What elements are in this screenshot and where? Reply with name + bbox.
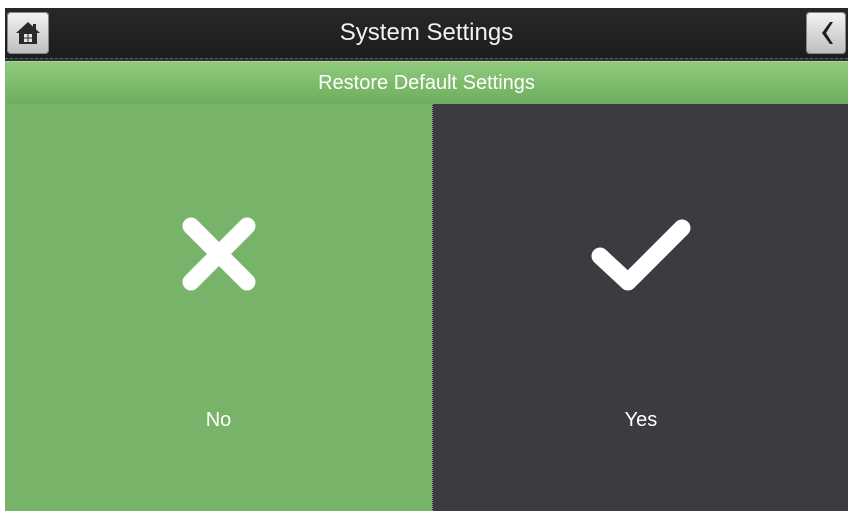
yes-label: Yes [624, 409, 658, 431]
check-icon [591, 219, 691, 291]
chevron-left-icon [822, 22, 833, 44]
close-icon [182, 217, 255, 291]
top-bar: System Settings [5, 8, 848, 59]
back-button[interactable] [806, 12, 846, 54]
home-icon [16, 22, 40, 44]
home-button[interactable] [7, 12, 49, 54]
no-label: No [205, 409, 232, 431]
no-button[interactable]: No [5, 104, 432, 511]
section-title: Restore Default Settings [318, 72, 535, 94]
page-title: System Settings [339, 19, 514, 46]
yes-button[interactable]: Yes [432, 104, 848, 511]
section-header: Restore Default Settings [5, 61, 848, 105]
screen: System Settings Restore Default Settings… [5, 8, 848, 511]
